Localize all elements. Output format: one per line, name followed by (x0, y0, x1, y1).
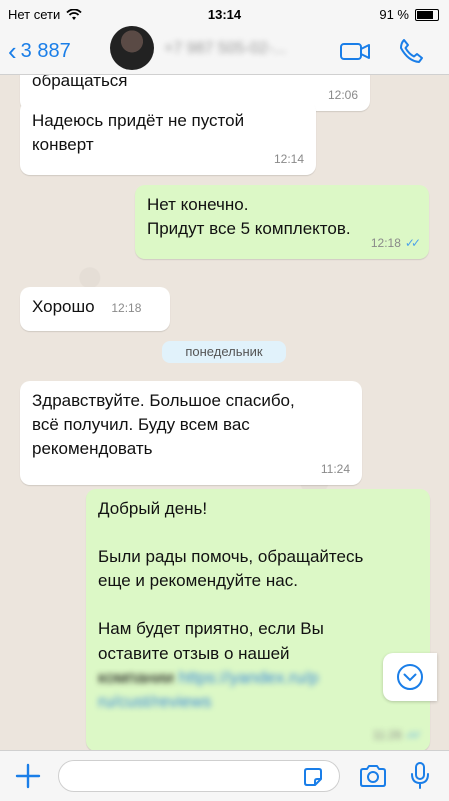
battery-fill (417, 10, 434, 19)
message-text-line: рекомендовать (32, 439, 153, 459)
message-outgoing: Нет конечно. Придут все 5 комплектов. 12… (135, 185, 429, 259)
message-time: 12:18 ✓✓ (370, 235, 421, 252)
message-time: 11:24 (320, 461, 350, 476)
phone-icon[interactable] (396, 36, 426, 66)
camera-icon[interactable] (358, 762, 388, 790)
video-call-icon[interactable] (338, 36, 372, 66)
message-gap (98, 521, 418, 545)
message-time-text: 11:26 (372, 727, 402, 742)
message-time: 12:18 (111, 301, 142, 315)
message-incoming: Здравствуйте. Большое спасибо, всё получ… (20, 381, 362, 485)
chevron-left-icon: ‹ (8, 36, 17, 66)
blurred-text: компании (98, 667, 174, 687)
sticker-icon[interactable] (302, 766, 324, 788)
message-text-line: всё получил. Буду всем вас (32, 415, 250, 435)
chat-area[interactable]: обращаться 12:06 Надеюсь придёт не пусто… (0, 75, 449, 751)
microphone-icon[interactable] (408, 761, 432, 791)
contact-name[interactable]: +7 987 505-02-... (164, 40, 324, 60)
message-time: 11:26 ✓✓ (372, 727, 422, 744)
status-bar: Нет сети 13:14 91 % (0, 0, 449, 30)
avatar[interactable] (110, 26, 154, 70)
read-ticks-icon: ✓✓ (404, 235, 421, 250)
message-text-line: оставите отзыв о нашей (98, 643, 290, 663)
message-outgoing: Добрый день! Были рады помочь, обращайте… (86, 489, 430, 751)
message-text-line: Здравствуйте. Большое спасибо, (32, 391, 295, 410)
message-text: Хорошо (32, 297, 95, 316)
plus-icon[interactable] (14, 762, 42, 790)
message-text-line: Добрый день! (98, 499, 208, 518)
input-bar (0, 750, 449, 801)
read-ticks-icon: ✓✓ (405, 727, 422, 742)
review-link[interactable]: https://yandex.ru/p (179, 668, 319, 687)
scroll-to-bottom-button[interactable] (383, 653, 437, 701)
message-text-line: Надеюсь придёт не пустой (32, 111, 245, 130)
message-input[interactable] (58, 760, 340, 792)
message-time: 12:06 (327, 87, 358, 102)
battery-icon (415, 8, 439, 21)
message-incoming: Хорошо 12:18 (20, 287, 170, 331)
review-link-continued[interactable]: ru/cust/reviews (98, 690, 418, 714)
date-separator: понедельник (162, 341, 286, 363)
message-gap (98, 593, 418, 617)
message-text-line: конверт (32, 135, 94, 155)
message-time: 12:14 (273, 151, 304, 166)
battery-percent: 91 % (379, 7, 409, 22)
unread-count: 3 887 (20, 39, 71, 62)
message-incoming: Надеюсь придёт не пустой конверт 12:14 (20, 101, 316, 175)
message-text: обращаться (32, 75, 128, 90)
chat-header: ‹ 3 887 +7 987 505-02-... (0, 26, 449, 75)
message-time-text: 12:18 (370, 235, 401, 250)
back-button[interactable]: ‹ 3 887 (8, 38, 71, 64)
message-text-line: еще и рекомендуйте нас. (98, 571, 298, 591)
message-text-line: Нет конечно. (147, 195, 249, 214)
status-right: 91 % (379, 7, 439, 22)
message-text-line: компании https://yandex.ru/p (98, 666, 418, 690)
message-text-line: Были рады помочь, обращайтесь (98, 547, 364, 567)
chevron-down-icon (397, 664, 423, 690)
message-text-line: Нам будет приятно, если Вы (98, 619, 324, 639)
